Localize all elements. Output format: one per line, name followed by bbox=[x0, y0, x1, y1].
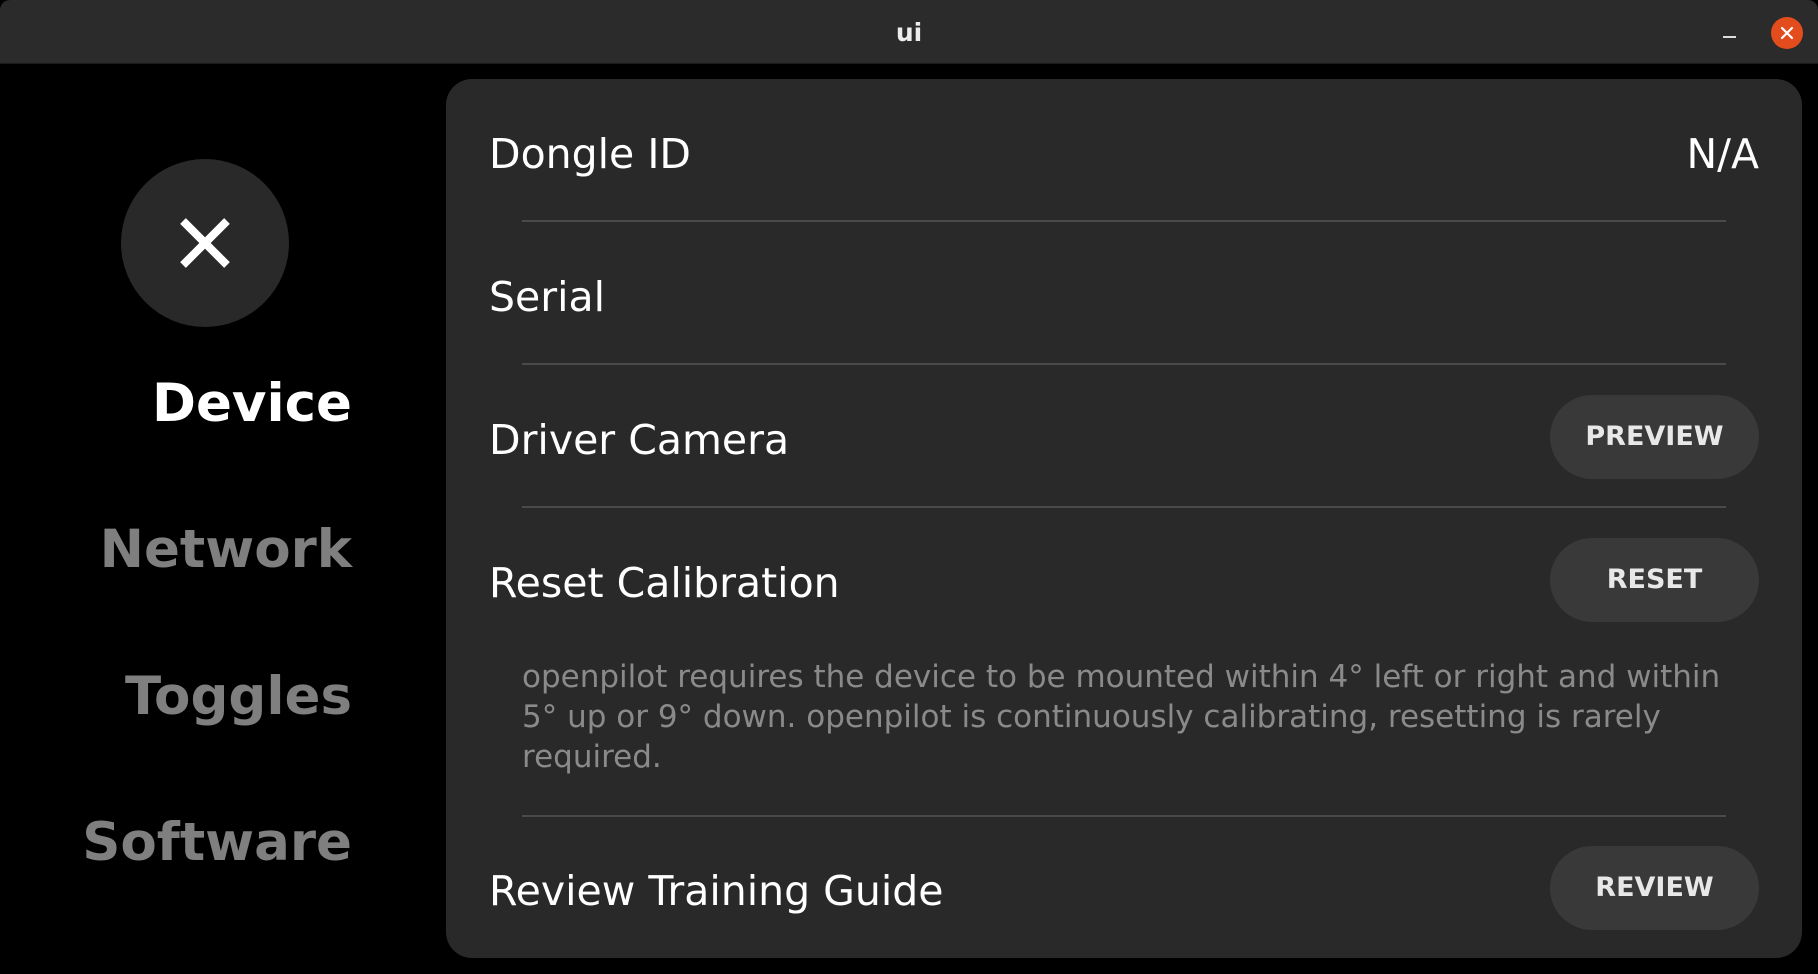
reset-button[interactable]: RESET bbox=[1550, 538, 1759, 622]
window-close-icon bbox=[1780, 26, 1794, 40]
calibration-description: openpilot requires the device to be moun… bbox=[522, 659, 1721, 775]
dongle-id-label: Dongle ID bbox=[489, 130, 691, 178]
app-window: ui Device Network Toggles Software Dongl… bbox=[0, 0, 1818, 974]
device-settings-panel: Dongle ID N/A Serial Driver Camera PREVI… bbox=[446, 79, 1802, 958]
reset-calibration-label: Reset Calibration bbox=[489, 559, 840, 607]
window-title: ui bbox=[895, 18, 923, 47]
sidebar: Device Network Toggles Software bbox=[0, 64, 446, 974]
minimize-button[interactable] bbox=[1714, 18, 1744, 48]
driver-camera-label: Driver Camera bbox=[489, 416, 790, 464]
dongle-id-value: N/A bbox=[1686, 130, 1759, 178]
window-close-button[interactable] bbox=[1771, 17, 1803, 49]
close-x-icon bbox=[180, 218, 230, 268]
serial-label: Serial bbox=[489, 273, 606, 321]
settings-close-button[interactable] bbox=[121, 159, 289, 327]
divider bbox=[522, 815, 1726, 817]
divider bbox=[522, 506, 1726, 508]
training-guide-label: Review Training Guide bbox=[489, 867, 944, 915]
sidebar-item-network[interactable]: Network bbox=[12, 518, 352, 582]
divider bbox=[522, 220, 1726, 222]
sidebar-item-device[interactable]: Device bbox=[12, 372, 352, 436]
sidebar-item-software[interactable]: Software bbox=[12, 811, 352, 875]
title-bar: ui bbox=[0, 0, 1818, 64]
divider bbox=[522, 363, 1726, 365]
preview-button[interactable]: PREVIEW bbox=[1550, 395, 1759, 479]
sidebar-item-toggles[interactable]: Toggles bbox=[12, 665, 352, 729]
review-button[interactable]: REVIEW bbox=[1550, 846, 1759, 930]
